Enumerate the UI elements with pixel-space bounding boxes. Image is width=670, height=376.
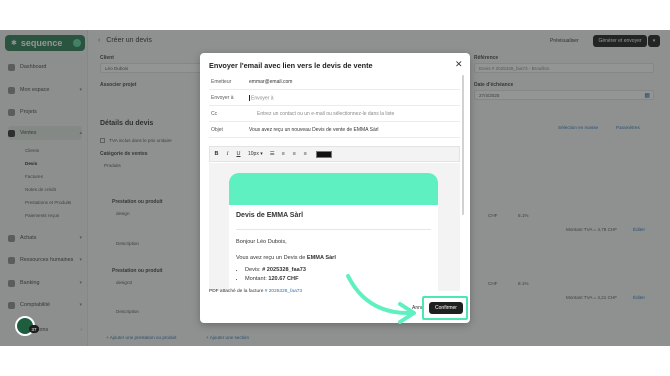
- notification-badge: 37: [29, 325, 39, 333]
- send-email-modal: Envoyer l'email avec lien vers le devis …: [200, 53, 470, 323]
- close-icon[interactable]: ✕: [455, 60, 463, 69]
- editor-toolbar: B I U 10px ▾ ☰ ≡ ≡ ≡: [209, 146, 460, 162]
- subject-label: Objet: [211, 127, 223, 133]
- montant-value: 120.67 CHF: [268, 276, 299, 282]
- screenshot-stage: ✱ sequence Dashboard Mon espace ▾ Projet…: [0, 0, 670, 376]
- chevron-down-icon: ▾: [260, 151, 263, 157]
- email-body-editor[interactable]: Devis de EMMA Sàrl Bonjour Léo Dubois, V…: [209, 163, 460, 291]
- align-right-icon[interactable]: ≡: [302, 151, 309, 157]
- email-header-banner: [229, 173, 438, 205]
- align-center-icon[interactable]: ≡: [291, 151, 298, 157]
- email-intro-prefix: Vous avez reçu un Devis de: [236, 255, 307, 261]
- text-caret: [249, 95, 250, 101]
- email-greeting: Bonjour Léo Dubois,: [236, 239, 287, 245]
- email-company-title: Devis de EMMA Sàrl: [236, 212, 304, 219]
- pdf-attachment-label: PDF attaché de la facture: [209, 289, 265, 294]
- from-field[interactable]: Emetteur emmar@email.com: [209, 75, 460, 90]
- align-left-icon[interactable]: ≡: [280, 151, 287, 157]
- pdf-attachment: PDF attaché de la facture # 2025328_faa7…: [209, 289, 302, 294]
- pdf-attachment-link[interactable]: # 2025328_faa73: [265, 289, 302, 294]
- to-label: Envoyer à: [211, 95, 234, 101]
- font-size-value: 10px: [248, 151, 259, 157]
- text-color-picker[interactable]: [315, 150, 332, 158]
- cc-field[interactable]: Cc Entrez un contact ou un e-mail ou sél…: [209, 107, 460, 122]
- to-placeholder: Envoyer à: [251, 95, 274, 102]
- email-details-list: Devis: # 2025328_faa73 Montant: 120.67 C…: [245, 267, 306, 285]
- modal-scrollbar[interactable]: [462, 75, 464, 215]
- divider: [236, 229, 431, 230]
- montant-label: Montant:: [245, 276, 269, 282]
- email-intro: Vous avez reçu un Devis de EMMA Sàrl: [236, 255, 336, 261]
- cc-label: Cc: [211, 111, 218, 117]
- bold-button[interactable]: B: [213, 151, 220, 157]
- italic-button[interactable]: I: [224, 151, 231, 157]
- from-label: Emetteur: [211, 79, 232, 85]
- list-item: Montant: 120.67 CHF: [245, 276, 306, 282]
- confirm-button[interactable]: Confirmer: [429, 302, 463, 314]
- email-card: Devis de EMMA Sàrl Bonjour Léo Dubois, V…: [229, 205, 438, 291]
- cc-placeholder[interactable]: Entrez un contact ou un e-mail ou sélect…: [257, 111, 394, 117]
- subject-value[interactable]: Vous avez reçu un nouveau Devis de vente…: [249, 127, 379, 133]
- font-size-select[interactable]: 10px ▾: [248, 151, 263, 157]
- modal-title: Envoyer l'email avec lien vers le devis …: [209, 61, 373, 70]
- from-value: emmar@email.com: [249, 79, 293, 85]
- bullet-list-icon[interactable]: ☰: [269, 151, 276, 157]
- to-input[interactable]: Envoyer à: [249, 95, 274, 101]
- underline-button[interactable]: U: [235, 151, 242, 157]
- devis-number: # 2025328_faa73: [262, 267, 306, 273]
- subject-field[interactable]: Objet Vous avez reçu un nouveau Devis de…: [209, 123, 460, 138]
- email-intro-company: EMMA Sàrl: [306, 255, 336, 261]
- to-field[interactable]: Envoyer à Envoyer à: [209, 91, 460, 106]
- list-item: Devis: # 2025328_faa73: [245, 267, 306, 273]
- devis-label: Devis:: [245, 267, 263, 273]
